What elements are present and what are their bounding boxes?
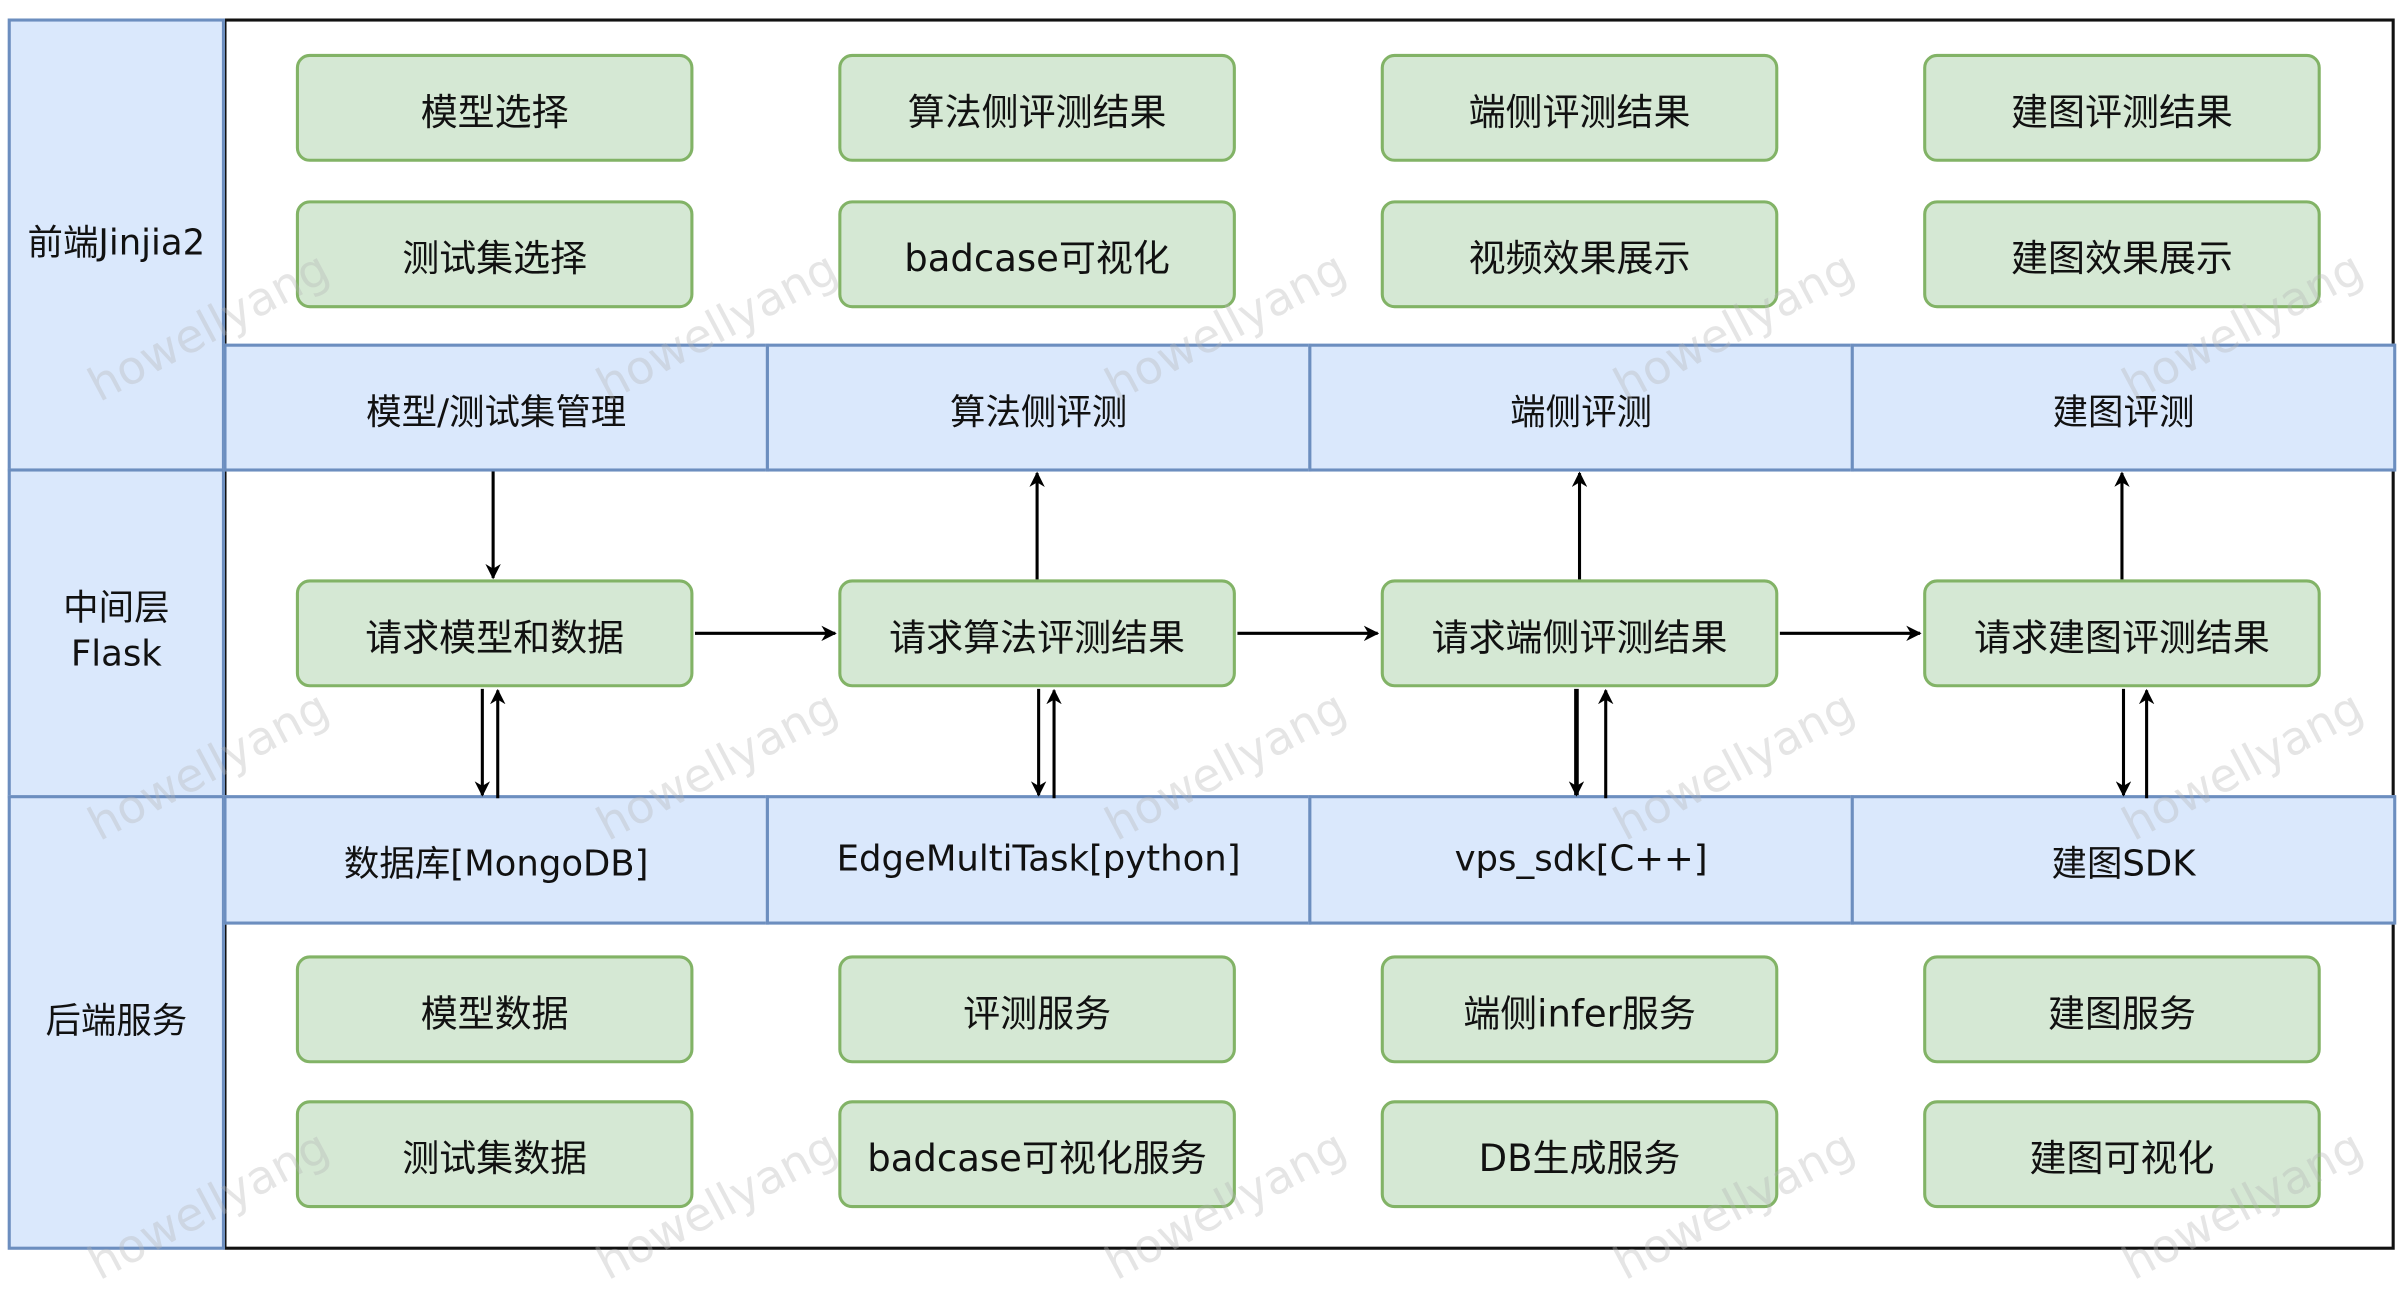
architecture-diagram: 前端Jinjia2 中间层 Flask 后端服务 模型选择 测试集选择 模型/测试集管…	[0, 0, 2404, 1292]
arrows	[474, 471, 2155, 799]
